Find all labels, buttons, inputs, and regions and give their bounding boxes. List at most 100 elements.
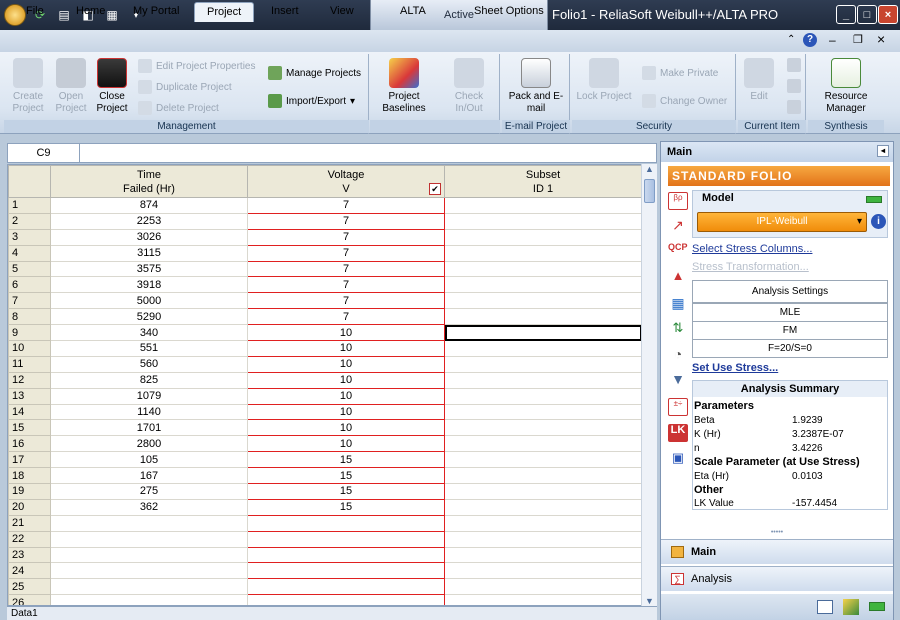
tab-home[interactable]: Home bbox=[64, 2, 117, 22]
cell-voltage[interactable]: 15 bbox=[247, 483, 445, 500]
close-project-button[interactable]: Close Project bbox=[92, 58, 132, 115]
cell-time[interactable]: 362 bbox=[50, 498, 248, 516]
row-number[interactable]: 21 bbox=[8, 514, 51, 532]
row-number[interactable]: 24 bbox=[8, 562, 51, 580]
maximize-button[interactable]: □ bbox=[857, 5, 877, 24]
confidence-bounds-button[interactable]: FM bbox=[692, 321, 888, 340]
row-number[interactable]: 4 bbox=[8, 244, 51, 262]
filter-icon[interactable]: ▼ bbox=[668, 371, 688, 389]
scroll-down-icon[interactable]: ▼ bbox=[642, 596, 657, 606]
copy-icon[interactable] bbox=[787, 58, 801, 72]
cell-subset[interactable] bbox=[444, 467, 642, 485]
cell-time[interactable] bbox=[50, 562, 248, 580]
mdi-restore-icon[interactable]: ❐ bbox=[853, 33, 863, 46]
cell-subset[interactable] bbox=[444, 371, 642, 389]
calculator-icon[interactable]: ±÷ bbox=[668, 398, 688, 416]
row-number[interactable]: 13 bbox=[8, 387, 51, 405]
cell-time[interactable]: 2800 bbox=[50, 435, 248, 453]
column-header-voltage[interactable]: Voltage V ✔ bbox=[247, 165, 445, 198]
row-number[interactable]: 1 bbox=[8, 197, 51, 214]
cell-time[interactable]: 560 bbox=[50, 355, 248, 373]
delete-item-icon[interactable] bbox=[787, 100, 801, 114]
formula-bar[interactable] bbox=[7, 143, 657, 163]
tab-insert[interactable]: Insert bbox=[259, 2, 311, 22]
panel-collapse-icon[interactable]: ◂ bbox=[877, 145, 889, 157]
cell-subset[interactable] bbox=[444, 244, 642, 262]
cell-subset[interactable] bbox=[444, 387, 642, 405]
cell-voltage[interactable] bbox=[247, 531, 445, 548]
row-number[interactable]: 2 bbox=[8, 212, 51, 230]
cell-subset[interactable] bbox=[444, 419, 642, 437]
cell-time[interactable]: 5290 bbox=[50, 308, 248, 326]
cell-voltage[interactable]: 15 bbox=[247, 499, 445, 516]
select-stress-columns-link[interactable]: Select Stress Columns... bbox=[692, 243, 812, 255]
row-number[interactable]: 3 bbox=[8, 228, 51, 246]
cell-voltage[interactable]: 10 bbox=[247, 435, 445, 453]
row-number[interactable]: 15 bbox=[8, 419, 51, 437]
cell-voltage[interactable]: 7 bbox=[247, 276, 445, 294]
cell-subset[interactable] bbox=[444, 212, 642, 230]
cell-voltage[interactable]: 10 bbox=[247, 356, 445, 373]
cell-subset[interactable] bbox=[444, 435, 642, 453]
mdi-minimize-icon[interactable]: – bbox=[829, 33, 836, 47]
cell-time[interactable]: 2253 bbox=[50, 212, 248, 230]
cell-time[interactable]: 1140 bbox=[50, 403, 248, 421]
cell-voltage[interactable] bbox=[247, 578, 445, 596]
edit-project-properties-button[interactable]: Edit Project Properties bbox=[138, 57, 256, 75]
cell-time[interactable] bbox=[50, 530, 248, 548]
cell-voltage[interactable]: 7 bbox=[247, 261, 445, 278]
cell-voltage[interactable]: 7 bbox=[247, 292, 445, 310]
grid-icon[interactable]: ▦ bbox=[668, 295, 688, 313]
help-icon[interactable]: ? bbox=[803, 33, 817, 47]
column-header-time[interactable]: Time Failed (Hr) bbox=[50, 165, 248, 198]
resource-manager-button[interactable]: Resource Manager bbox=[814, 58, 878, 115]
cell-time[interactable] bbox=[50, 578, 248, 596]
row-number[interactable]: 20 bbox=[8, 498, 51, 516]
collapse-ribbon-icon[interactable]: ⌃ bbox=[787, 34, 795, 45]
report-icon[interactable]: ▣ bbox=[668, 450, 688, 468]
row-number[interactable]: 22 bbox=[8, 530, 51, 548]
cell-voltage[interactable]: 7 bbox=[247, 308, 445, 326]
cell-voltage[interactable]: 10 bbox=[247, 388, 445, 405]
stress-checkbox-icon[interactable]: ✔ bbox=[429, 183, 441, 195]
paste-icon[interactable] bbox=[787, 79, 801, 93]
row-number[interactable]: 7 bbox=[8, 292, 51, 310]
folio-icon[interactable] bbox=[843, 599, 859, 615]
cell-subset[interactable] bbox=[444, 324, 642, 342]
scroll-thumb[interactable] bbox=[644, 179, 655, 203]
cell-voltage[interactable]: 10 bbox=[247, 324, 445, 342]
cell-subset[interactable] bbox=[444, 403, 642, 421]
corner-cell[interactable] bbox=[8, 165, 51, 198]
status-icon[interactable] bbox=[869, 602, 885, 611]
close-button[interactable]: × bbox=[878, 5, 898, 24]
row-number[interactable]: 9 bbox=[8, 324, 51, 342]
project-baselines-button[interactable]: Project Baselines bbox=[376, 58, 432, 115]
import-export-button[interactable]: Import/Export ▾ bbox=[268, 92, 355, 110]
cell-subset[interactable] bbox=[444, 197, 642, 214]
make-private-button[interactable]: Make Private bbox=[642, 64, 718, 82]
tab-alta[interactable]: ALTA bbox=[382, 2, 438, 22]
cell-time[interactable]: 3115 bbox=[50, 244, 248, 262]
cell-voltage[interactable]: 7 bbox=[247, 197, 445, 214]
set-use-stress-link[interactable]: Set Use Stress... bbox=[692, 362, 778, 374]
cell-subset[interactable] bbox=[444, 514, 642, 532]
cell-voltage[interactable]: 10 bbox=[247, 404, 445, 421]
cell-subset[interactable] bbox=[444, 451, 642, 469]
row-number[interactable]: 19 bbox=[8, 483, 51, 500]
edit-item-button[interactable]: Edit bbox=[742, 58, 776, 103]
cell-time[interactable]: 3575 bbox=[50, 260, 248, 278]
cell-time[interactable]: 340 bbox=[50, 324, 248, 342]
nav-analysis[interactable]: ∑ Analysis bbox=[661, 566, 893, 591]
cell-subset[interactable] bbox=[444, 483, 642, 500]
cell-time[interactable] bbox=[50, 546, 248, 564]
cell-voltage[interactable]: 7 bbox=[247, 245, 445, 262]
row-number[interactable]: 8 bbox=[8, 308, 51, 326]
row-number[interactable]: 10 bbox=[8, 340, 51, 357]
tab-sheet-options[interactable]: Sheet Options bbox=[456, 2, 556, 22]
cell-time[interactable]: 1079 bbox=[50, 387, 248, 405]
sheet-tab-data1[interactable]: Data1 bbox=[11, 607, 38, 620]
cell-voltage[interactable] bbox=[247, 547, 445, 564]
cell-subset[interactable] bbox=[444, 578, 642, 596]
gauge-icon[interactable]: ◔ bbox=[668, 346, 688, 364]
tab-project[interactable]: Project bbox=[194, 2, 255, 22]
